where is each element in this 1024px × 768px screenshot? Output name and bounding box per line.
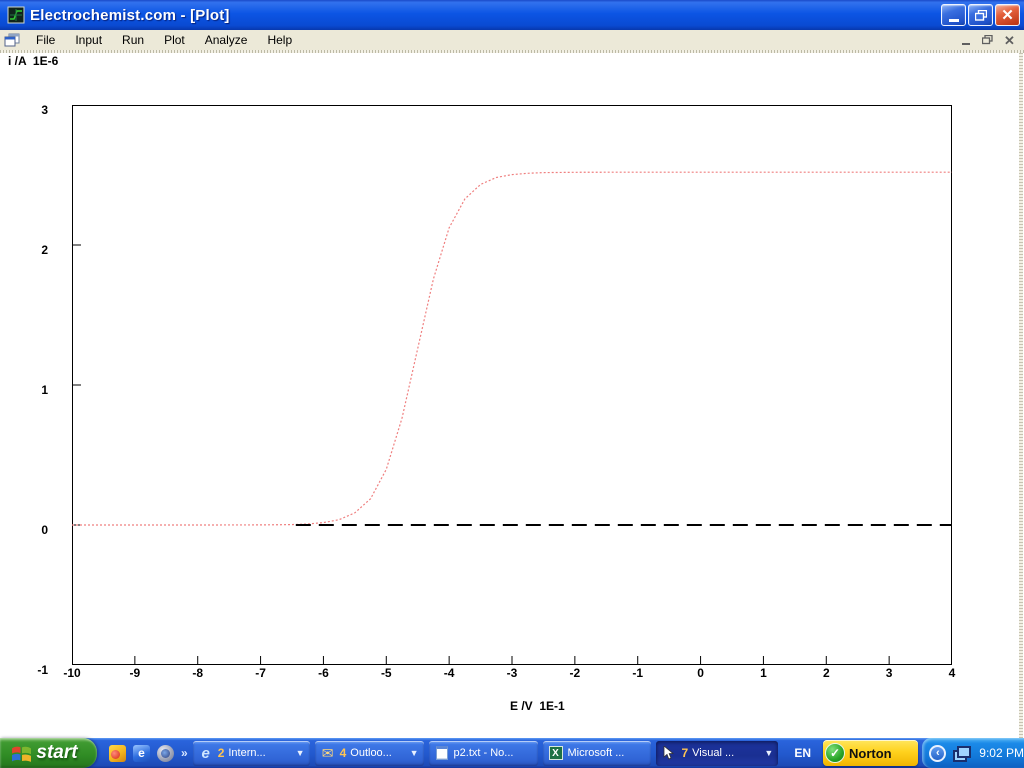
x-tick-label: -5	[368, 666, 404, 680]
child-close-icon: ✕	[1004, 34, 1015, 47]
close-button[interactable]: ✕	[995, 4, 1020, 26]
window-controls: ✕	[941, 4, 1020, 26]
window-title: Electrochemist.com - [Plot]	[30, 7, 230, 24]
taskbar-clock[interactable]: 9:02 PM	[979, 746, 1024, 760]
x-tick-label: -10	[54, 666, 90, 680]
x-tick-label: 0	[683, 666, 719, 680]
app-plot-icon	[7, 6, 25, 24]
excel-icon: X	[548, 745, 564, 761]
x-tick-label: -9	[117, 666, 153, 680]
x-tick-label: -8	[180, 666, 216, 680]
menu-input[interactable]: Input	[65, 31, 112, 49]
network-icon[interactable]	[953, 746, 971, 760]
window-count: 4	[340, 746, 347, 760]
x-tick-label: -6	[305, 666, 341, 680]
group-dropdown-icon[interactable]: ▼	[762, 748, 773, 758]
y-tick-label: 3	[14, 103, 48, 117]
minimize-button[interactable]	[941, 4, 966, 26]
x-tick-label: -3	[494, 666, 530, 680]
language-indicator[interactable]: EN	[788, 742, 817, 764]
x-tick-label: 1	[745, 666, 781, 680]
x-tick-label: 2	[808, 666, 844, 680]
window-count: 7	[681, 746, 688, 760]
window-count: 2	[218, 746, 225, 760]
norton-label: Norton	[849, 746, 892, 761]
norton-check-icon: ✓	[825, 743, 845, 763]
taskbar-button-visual-active[interactable]: 7 Visual ... ▼	[656, 741, 778, 766]
media-player-icon[interactable]	[157, 745, 174, 762]
close-icon: ✕	[1001, 8, 1014, 23]
child-window-icon	[4, 33, 20, 48]
minimize-icon	[949, 19, 959, 22]
x-tick-label: 3	[871, 666, 907, 680]
x-tick-label: -1	[620, 666, 656, 680]
taskbar-button-label: Intern...	[228, 747, 265, 759]
quick-launch-bar: e »	[109, 745, 188, 762]
menu-plot[interactable]: Plot	[154, 31, 195, 49]
menu-run[interactable]: Run	[112, 31, 154, 49]
taskbar-button-label: p2.txt - No...	[454, 747, 514, 759]
group-dropdown-icon[interactable]: ▼	[408, 748, 419, 758]
visual-pointer-icon	[661, 745, 677, 761]
taskbar-button-label: Microsoft ...	[568, 747, 625, 759]
x-tick-label: -2	[557, 666, 593, 680]
taskbar: start e » e 2 Intern... ▼ ✉ 4 Outloo... …	[0, 738, 1024, 768]
menu-bar: File Input Run Plot Analyze Help ✕	[0, 30, 1024, 50]
quick-launch-overflow-chevron[interactable]: »	[181, 746, 188, 760]
menu-file[interactable]: File	[26, 31, 65, 49]
child-restore-icon	[982, 35, 993, 45]
child-minimize-icon	[962, 43, 970, 45]
y-tick-label: -1	[14, 663, 48, 677]
outlook-icon: ✉	[320, 745, 336, 761]
system-tray: ‹ 9:02 PM	[922, 738, 1024, 768]
quick-launch-icon-1[interactable]	[109, 745, 126, 762]
x-axis-title: E /V 1E-1	[510, 699, 565, 713]
restore-icon	[975, 10, 987, 21]
taskbar-button-label: Outloo...	[350, 747, 392, 759]
plot-svg	[72, 105, 952, 665]
x-tick-label: -4	[431, 666, 467, 680]
start-label: start	[36, 742, 85, 764]
taskbar-button-label: Visual ...	[692, 747, 734, 759]
hide-icons-chevron[interactable]: ‹	[929, 745, 946, 762]
restore-button[interactable]	[968, 4, 993, 26]
taskbar-button-excel[interactable]: X Microsoft ...	[543, 741, 652, 766]
x-tick-label: -7	[243, 666, 279, 680]
taskbar-button-internet-explorer[interactable]: e 2 Intern... ▼	[193, 741, 310, 766]
start-button[interactable]: start	[0, 738, 97, 768]
group-dropdown-icon[interactable]: ▼	[294, 748, 305, 758]
plot-client-area: i /A 1E-6 -10-9-8-7-6-5-4-3-2-101234-101…	[0, 53, 1024, 738]
x-tick-label: 4	[934, 666, 970, 680]
child-window-controls: ✕	[959, 34, 1024, 46]
child-minimize-button[interactable]	[959, 34, 972, 46]
launch-browser-icon[interactable]: e	[133, 745, 150, 762]
y-tick-label: 2	[14, 243, 48, 257]
notepad-icon	[434, 745, 450, 761]
y-axis-title: i /A 1E-6	[8, 54, 58, 68]
child-close-button[interactable]: ✕	[1003, 34, 1016, 46]
menu-help[interactable]: Help	[257, 31, 302, 49]
internet-explorer-icon: e	[198, 745, 214, 761]
taskbar-button-notepad[interactable]: p2.txt - No...	[429, 741, 538, 766]
menu-analyze[interactable]: Analyze	[195, 31, 258, 49]
norton-badge[interactable]: ✓ Norton	[823, 740, 918, 766]
title-bar: Electrochemist.com - [Plot] ✕	[0, 0, 1024, 30]
sigmoidal-voltammogram	[72, 172, 952, 525]
child-restore-button[interactable]	[981, 34, 994, 46]
taskbar-button-outlook[interactable]: ✉ 4 Outloo... ▼	[315, 741, 424, 766]
y-tick-label: 1	[14, 383, 48, 397]
y-tick-label: 0	[14, 523, 48, 537]
windows-logo-icon	[11, 744, 32, 763]
window-edge-stipple	[1019, 53, 1023, 738]
